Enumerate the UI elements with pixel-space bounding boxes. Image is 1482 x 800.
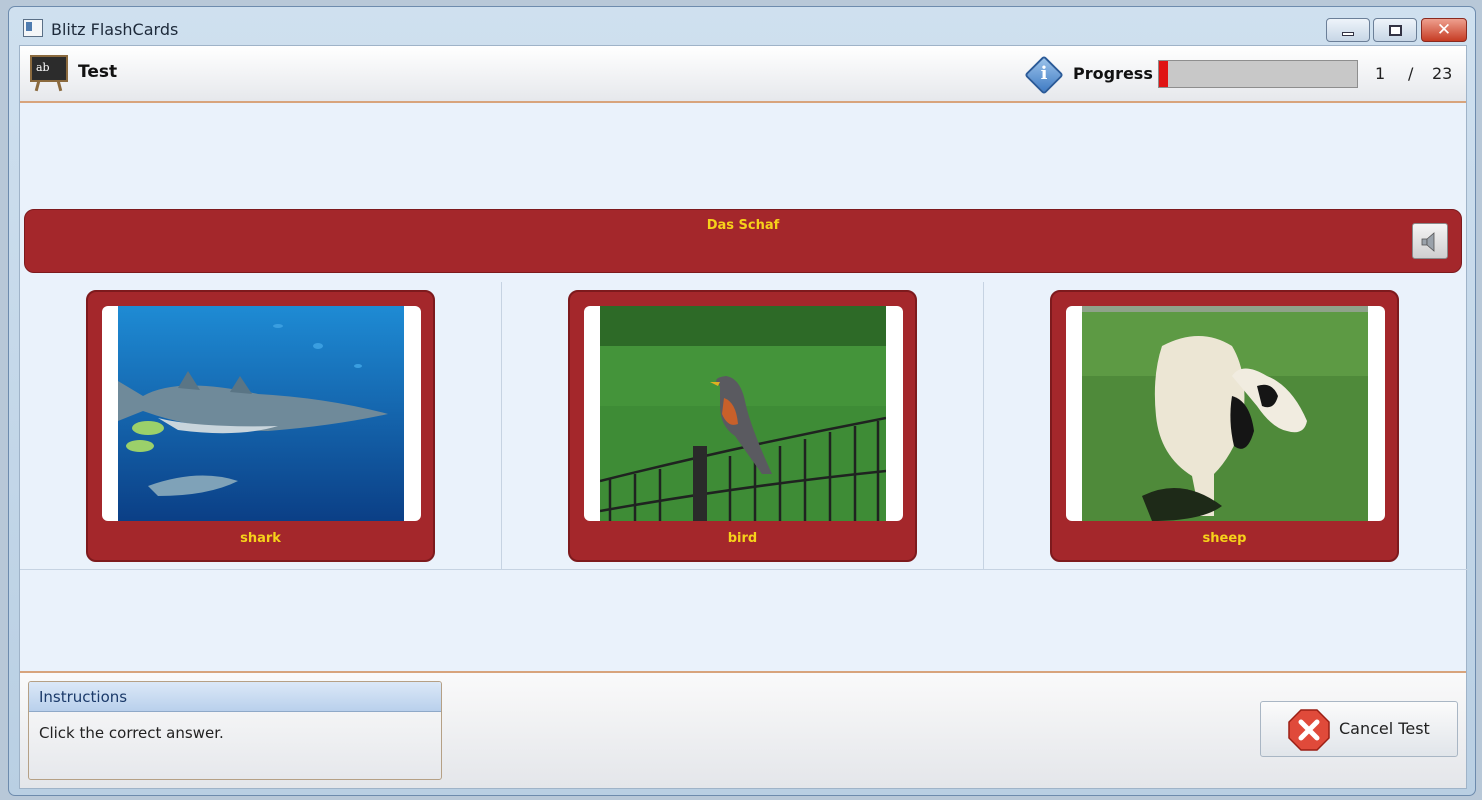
shark-image bbox=[118, 306, 404, 521]
answer-cell: shark bbox=[20, 282, 502, 570]
answer-label: shark bbox=[240, 531, 281, 546]
progress-separator: / bbox=[1408, 64, 1414, 83]
maximize-icon bbox=[1389, 25, 1402, 36]
play-audio-button[interactable] bbox=[1412, 223, 1448, 259]
client-area: ab Test i Progress 1 / 23 Das Schaf shar… bbox=[19, 45, 1468, 789]
close-button[interactable]: ✕ bbox=[1421, 18, 1467, 42]
sheep-image bbox=[1082, 306, 1368, 521]
cancel-test-button[interactable]: Cancel Test bbox=[1260, 701, 1458, 757]
app-window: Blitz FlashCards ✕ ab Test i Progress 1 … bbox=[8, 6, 1476, 796]
footer: Instructions Click the correct answer. C… bbox=[20, 671, 1466, 788]
speaker-icon bbox=[1421, 232, 1435, 252]
answer-photo bbox=[102, 306, 421, 521]
question-bar: Das Schaf bbox=[24, 209, 1462, 273]
instructions-panel: Instructions Click the correct answer. bbox=[28, 681, 442, 780]
answer-label: bird bbox=[727, 531, 758, 546]
answer-photo bbox=[584, 306, 903, 521]
answer-card-shark[interactable]: shark bbox=[86, 290, 435, 562]
instructions-title: Instructions bbox=[29, 682, 441, 712]
app-icon bbox=[23, 19, 43, 37]
minimize-icon bbox=[1342, 32, 1354, 36]
window-title: Blitz FlashCards bbox=[51, 20, 179, 39]
answer-cell: sheep bbox=[984, 282, 1468, 570]
progress-current: 1 bbox=[1375, 64, 1386, 83]
answer-card-sheep[interactable]: sheep bbox=[1050, 290, 1399, 562]
title-bar[interactable]: Blitz FlashCards ✕ bbox=[9, 7, 1475, 47]
answer-card-bird[interactable]: bird bbox=[568, 290, 917, 562]
answer-grid: shark bird sheep bbox=[20, 282, 1468, 570]
answer-photo bbox=[1066, 306, 1385, 521]
cancel-test-label: Cancel Test bbox=[1339, 719, 1430, 738]
answer-label: sheep bbox=[1202, 531, 1247, 546]
progress-label: Progress bbox=[1073, 64, 1153, 83]
question-text: Das Schaf bbox=[706, 218, 780, 233]
progress-total: 23 bbox=[1432, 64, 1453, 83]
bird-image bbox=[600, 306, 886, 521]
cancel-x-icon bbox=[1288, 709, 1330, 751]
maximize-button[interactable] bbox=[1373, 18, 1417, 42]
progress-fill bbox=[1159, 61, 1168, 87]
answer-cell: bird bbox=[502, 282, 984, 570]
instructions-text: Click the correct answer. bbox=[39, 724, 224, 742]
progress-bar bbox=[1158, 60, 1358, 88]
info-icon: i bbox=[1024, 55, 1064, 95]
test-header: ab Test i Progress 1 / 23 bbox=[20, 46, 1466, 103]
minimize-button[interactable] bbox=[1326, 18, 1370, 42]
close-icon: ✕ bbox=[1436, 20, 1452, 40]
page-title: Test bbox=[78, 62, 118, 82]
blackboard-icon: ab bbox=[30, 55, 68, 92]
